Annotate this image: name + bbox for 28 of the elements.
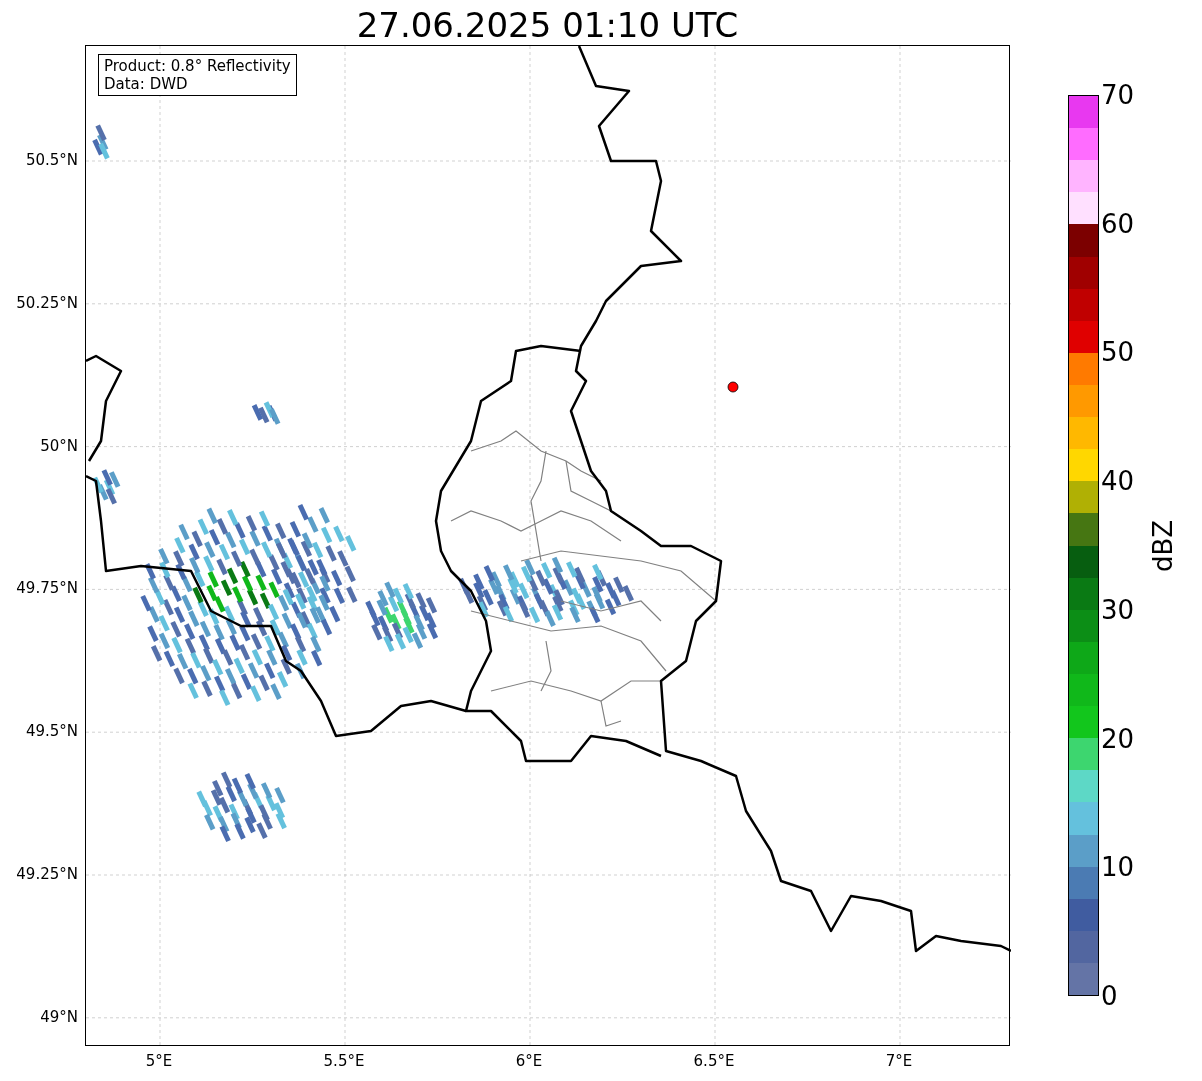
colorbar-tick-label: 20 xyxy=(1101,723,1135,754)
latitude-label: 49.75°N xyxy=(16,579,78,598)
longitude-label: 5°E xyxy=(145,1052,173,1070)
legend-text: Data: DWD xyxy=(104,75,189,93)
radar-echo xyxy=(92,469,121,505)
longitude-label: 7°E xyxy=(885,1052,913,1070)
radar-echo xyxy=(92,124,110,160)
longitude-label: 5.5°E xyxy=(323,1052,365,1070)
chart-title: 27.06.2025 01:10 UTC xyxy=(356,5,739,45)
latitude-label: 50.25°N xyxy=(16,293,78,312)
longitude-label: 6°E xyxy=(515,1052,543,1070)
colorbar-tick-label: 40 xyxy=(1101,466,1135,497)
latitude-label: 50°N xyxy=(40,436,78,455)
colorbar-tick-label: 0 xyxy=(1101,981,1118,1011)
latitude-label: 49°N xyxy=(40,1007,78,1026)
colorbar-tick-label: 10 xyxy=(1101,852,1135,883)
colorbar-tick-label: 30 xyxy=(1101,594,1135,625)
colorbar-tick-label: 50 xyxy=(1101,337,1135,368)
colorbar-label: dBZ xyxy=(1147,519,1178,572)
latitude-label: 50.5°N xyxy=(25,151,78,169)
colorbar-tick-label: 70 xyxy=(1101,80,1135,110)
colorbar-tick-label: 60 xyxy=(1101,208,1135,239)
latitude-label: 49.25°N xyxy=(16,865,78,883)
legend-text: Product: 0.8° Reflectivity xyxy=(104,57,291,75)
radar-echo xyxy=(251,401,281,425)
longitude-label: 6.5°E xyxy=(693,1052,735,1070)
location-marker xyxy=(727,381,739,393)
latitude-label: 49.5°N xyxy=(25,722,78,741)
